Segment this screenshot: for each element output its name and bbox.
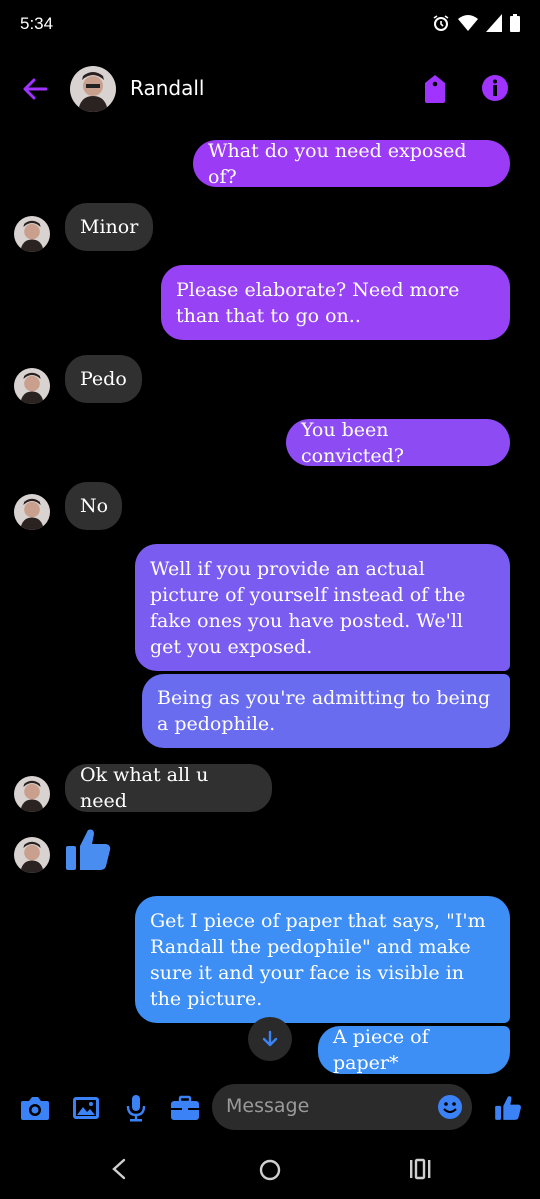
message-outgoing[interactable]: Being as you're admitting to being a ped… (142, 674, 510, 748)
message-incoming[interactable]: Ok what all u need (65, 764, 272, 812)
message-outgoing[interactable]: Get I piece of paper that says, "I'm Ran… (135, 896, 510, 1023)
signal-icon (486, 14, 502, 32)
sender-avatar[interactable] (14, 776, 50, 812)
status-bar: 5:34 (0, 0, 540, 52)
thumbs-up-icon[interactable] (494, 1093, 522, 1121)
sender-avatar[interactable] (14, 494, 50, 530)
sender-avatar[interactable] (14, 368, 50, 404)
microphone-icon[interactable] (121, 1094, 151, 1122)
battery-icon (510, 14, 520, 32)
thumbs-up-icon[interactable] (64, 824, 112, 872)
back-arrow-icon[interactable] (20, 74, 50, 104)
message-placeholder: Message (226, 1095, 310, 1117)
sender-avatar[interactable] (14, 216, 50, 252)
message-incoming[interactable]: Minor (65, 203, 153, 251)
nav-home-icon[interactable] (258, 1158, 282, 1182)
message-incoming[interactable]: No (65, 482, 122, 530)
message-input[interactable]: Message (212, 1084, 472, 1130)
briefcase-icon[interactable] (170, 1094, 200, 1122)
image-icon[interactable] (71, 1094, 101, 1122)
camera-icon[interactable] (20, 1094, 50, 1122)
message-outgoing[interactable]: Well if you provide an actual picture of… (135, 544, 510, 671)
status-time: 5:34 (20, 14, 54, 33)
emoji-icon[interactable] (437, 1094, 463, 1120)
message-outgoing[interactable]: What do you need exposed of? (193, 140, 510, 188)
status-icons (432, 14, 520, 32)
nav-recents-icon[interactable] (408, 1158, 432, 1180)
contact-name[interactable]: Randall (130, 76, 204, 100)
message-outgoing[interactable]: Please elaborate? Need more than that to… (161, 265, 510, 340)
wifi-icon (458, 15, 478, 31)
message-incoming[interactable]: Pedo (65, 355, 142, 403)
sender-avatar[interactable] (14, 837, 50, 873)
message-outgoing[interactable]: You been convicted? (286, 419, 510, 467)
tag-icon[interactable] (420, 73, 450, 105)
message-composer: Message (0, 1080, 540, 1136)
chat-header: Randall (0, 60, 540, 118)
alarm-icon (433, 15, 449, 31)
message-outgoing[interactable]: A piece of paper* (318, 1026, 510, 1074)
nav-back-icon[interactable] (110, 1158, 128, 1180)
contact-avatar[interactable] (70, 66, 116, 112)
system-nav-bar (0, 1140, 540, 1199)
info-icon[interactable] (480, 73, 510, 103)
scroll-to-bottom-button[interactable] (248, 1017, 292, 1061)
arrow-down-icon (262, 1030, 278, 1047)
